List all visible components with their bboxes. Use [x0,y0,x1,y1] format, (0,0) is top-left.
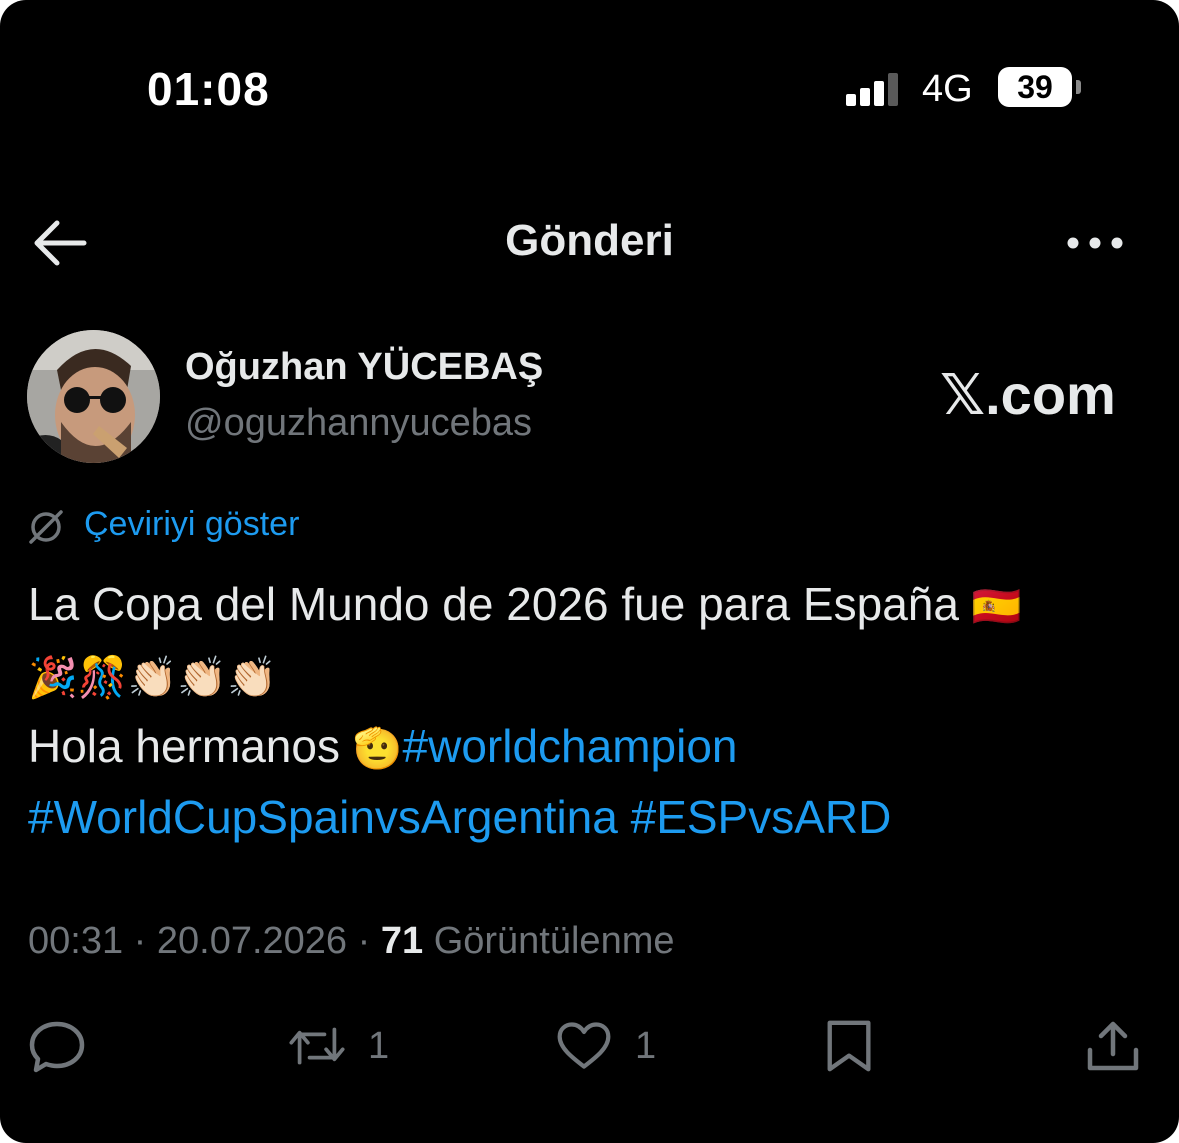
like-button[interactable]: 1 [555,1018,656,1074]
tweet-line-2: 🎉🎊👏🏻👏🏻👏🏻 [28,641,1148,712]
cellular-signal-icon [846,70,906,106]
share-icon [1087,1021,1139,1071]
tweet-greeting: Hola hermanos [28,720,340,772]
tweet-line-4: #WorldCupSpainvsArgentina #ESPvsARD [28,783,1148,851]
back-button[interactable] [30,216,88,270]
show-translation-link[interactable]: Çeviriyi göster [84,505,299,544]
tweet-meta: 00:31 · 20.07.2026 · 71 Görüntülenme [28,920,675,963]
tweet-date[interactable]: 20.07.2026 [157,920,347,962]
views-count[interactable]: 71 [381,920,423,962]
reply-icon [29,1021,85,1073]
tweet-text: La Copa del Mundo de 2026 fue para Españ… [28,570,1148,851]
heart-icon [557,1022,611,1069]
retweet-icon [289,1027,345,1065]
retweet-button[interactable]: 1 [288,1018,389,1074]
battery-cap [1076,80,1081,94]
more-horizontal-icon [1067,237,1123,249]
tweet-time[interactable]: 00:31 [28,920,123,962]
tweet-screen: 01:08 4G 39 Gönderi Oğuzhan YÜCEBAŞ @ogu… [0,0,1179,1143]
share-button[interactable] [1084,1018,1142,1074]
meta-separator: · [357,920,371,962]
reply-button[interactable] [28,1018,86,1074]
network-type: 4G [922,68,973,110]
globe-slash-icon [29,510,63,544]
bookmark-button[interactable] [822,1018,878,1074]
views-label: Görüntülenme [433,920,675,962]
hashtag-espvsard[interactable]: #ESPvsARD [631,791,892,843]
hashtag-worldchampion[interactable]: #worldchampion [403,720,738,772]
bookmark-icon [827,1020,871,1072]
salute-emoji: 🫡 [352,727,403,771]
battery-level: 39 [1017,68,1053,105]
arrow-left-icon [34,220,87,266]
more-options-button[interactable] [1064,226,1126,260]
celebration-emojis: 🎉🎊👏🏻👏🏻👏🏻 [28,656,278,700]
tweet-text-main: La Copa del Mundo de 2026 fue para Españ… [28,578,959,630]
meta-separator: · [133,920,147,962]
author-display-name[interactable]: Oğuzhan YÜCEBAŞ [185,346,543,389]
status-time: 01:08 [147,63,270,115]
retweet-count: 1 [368,1024,390,1067]
tweet-line-1: La Copa del Mundo de 2026 fue para Españ… [28,570,1148,641]
page-title: Gönderi [505,216,674,265]
hashtag-worldcup[interactable]: #WorldCupSpainvsArgentina [28,791,618,843]
tweet-line-3: Hola hermanos 🫡#worldchampion [28,712,1148,783]
avatar-photo [27,330,160,463]
x-watermark: 𝕏.com [940,363,1116,426]
spain-flag-emoji: 🇪🇸 [971,585,1022,629]
battery-icon: 39 [998,67,1072,107]
avatar[interactable] [27,330,160,463]
author-handle[interactable]: @oguzhannyucebas [185,402,532,445]
like-count: 1 [635,1024,657,1067]
